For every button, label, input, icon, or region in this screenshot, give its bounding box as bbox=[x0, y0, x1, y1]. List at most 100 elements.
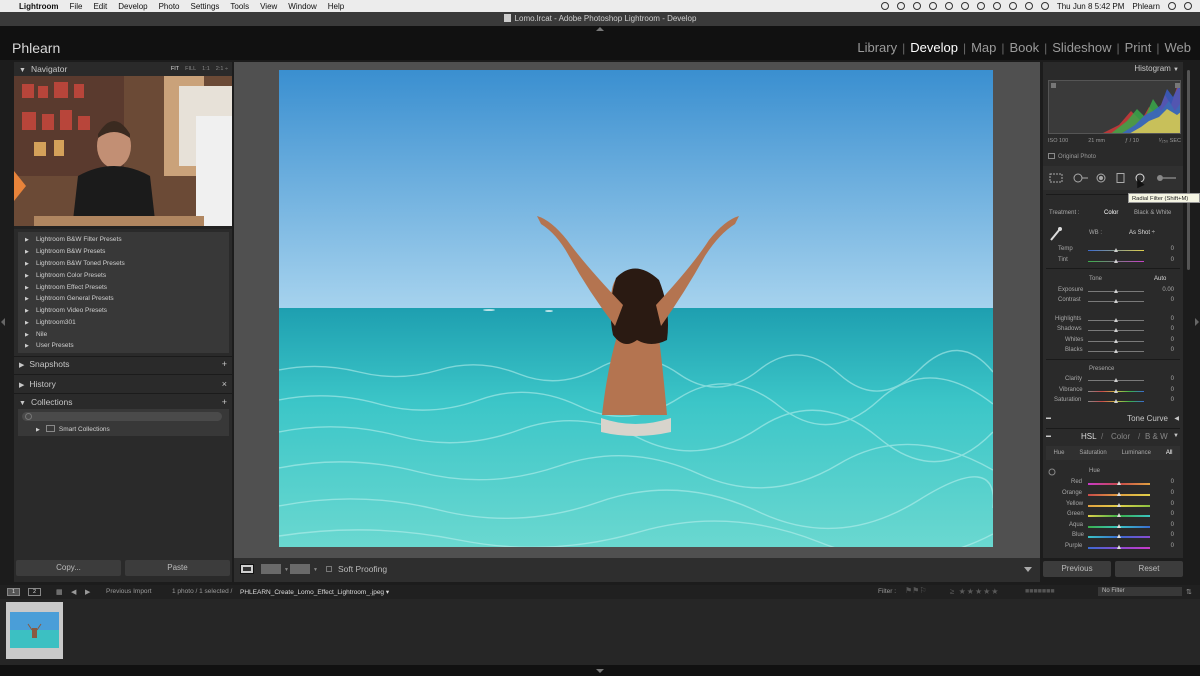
treatment-bw-option[interactable]: Black & White bbox=[1134, 210, 1171, 216]
rating-filter-stars[interactable]: ≥ ★★★★★ bbox=[950, 587, 999, 596]
paste-button[interactable]: Paste bbox=[125, 560, 230, 576]
color-tab[interactable]: Color bbox=[1111, 432, 1130, 441]
filter-preset-dropdown[interactable]: No Filter bbox=[1098, 587, 1182, 596]
hsl-tab[interactable]: HSL bbox=[1081, 432, 1097, 441]
slider-knob[interactable] bbox=[1117, 524, 1121, 528]
preset-folder[interactable]: ▶ Lightroom B&W Presets bbox=[25, 248, 105, 255]
histogram[interactable] bbox=[1048, 80, 1181, 134]
exposure-value[interactable]: 0.00 bbox=[1162, 287, 1174, 293]
before-after-icon[interactable] bbox=[261, 564, 281, 574]
whites-value[interactable]: 0 bbox=[1171, 337, 1174, 343]
preset-folder[interactable]: ▶ Lightroom Video Presets bbox=[25, 307, 107, 314]
hsl-all-tab[interactable]: All bbox=[1166, 450, 1173, 456]
slider-knob[interactable] bbox=[1114, 289, 1118, 293]
hue-green-slider[interactable] bbox=[1088, 513, 1150, 517]
before-after-swap-icon[interactable] bbox=[290, 564, 310, 574]
notification-center-icon[interactable] bbox=[1184, 2, 1192, 10]
sync-icon[interactable] bbox=[944, 2, 953, 10]
vibrance-value[interactable]: 0 bbox=[1171, 387, 1174, 393]
slider-knob[interactable] bbox=[1114, 328, 1118, 332]
module-print[interactable]: Print bbox=[1120, 40, 1157, 55]
status-icon[interactable] bbox=[880, 2, 889, 10]
auto-tone-button[interactable]: Auto bbox=[1154, 276, 1166, 282]
zoom-2-1[interactable]: 2:1 ÷ bbox=[216, 62, 228, 76]
hue-red-slider[interactable] bbox=[1088, 481, 1150, 485]
menu-develop[interactable]: Develop bbox=[118, 2, 147, 11]
menu-view[interactable]: View bbox=[260, 2, 277, 11]
slider-knob[interactable] bbox=[1117, 545, 1121, 549]
targeted-adjustment-icon[interactable] bbox=[1048, 468, 1056, 476]
clarity-slider[interactable] bbox=[1088, 378, 1144, 382]
chevron-down-icon[interactable]: ▼ bbox=[284, 567, 289, 573]
shadows-value[interactable]: 0 bbox=[1171, 326, 1174, 332]
spotlight-icon[interactable] bbox=[1168, 2, 1176, 10]
filmstrip-thumbnail[interactable] bbox=[6, 602, 63, 659]
treatment-color-option[interactable]: Color bbox=[1104, 210, 1118, 216]
slider-knob[interactable] bbox=[1114, 389, 1118, 393]
hue-purple-value[interactable]: 0 bbox=[1171, 543, 1174, 549]
switch-icon[interactable]: ▬ bbox=[1046, 415, 1051, 421]
tone-curve-header[interactable]: ▬ Tone Curve ◀ bbox=[1043, 412, 1183, 426]
right-panel-scrollbar[interactable] bbox=[1187, 70, 1190, 270]
zoom-1-1[interactable]: 1:1 bbox=[202, 62, 210, 76]
status-icon[interactable] bbox=[896, 2, 905, 10]
history-header[interactable]: ▶ History × bbox=[14, 377, 232, 391]
hue-aqua-value[interactable]: 0 bbox=[1171, 522, 1174, 528]
left-panel-toggle-icon[interactable] bbox=[1, 318, 5, 326]
slider-knob[interactable] bbox=[1114, 339, 1118, 343]
blacks-slider[interactable] bbox=[1088, 349, 1144, 353]
slider-knob[interactable] bbox=[1114, 299, 1118, 303]
battery-icon[interactable] bbox=[1040, 2, 1049, 10]
previous-button[interactable]: Previous bbox=[1043, 561, 1111, 577]
menu-tools[interactable]: Tools bbox=[230, 2, 249, 11]
preset-folder[interactable]: ▶ Lightroom Color Presets bbox=[25, 272, 106, 279]
hsl-saturation-tab[interactable]: Saturation bbox=[1079, 450, 1106, 456]
hue-yellow-slider[interactable] bbox=[1088, 503, 1150, 507]
preset-folder[interactable]: ▶ Lightroom B&W Filter Presets bbox=[25, 236, 122, 243]
snapshots-header[interactable]: ▶ Snapshots + bbox=[14, 357, 232, 371]
grid-view-icon[interactable]: ▦ bbox=[56, 588, 63, 596]
original-photo-toggle[interactable]: Original Photo bbox=[1048, 153, 1096, 160]
slider-knob[interactable] bbox=[1117, 503, 1121, 507]
vibrance-slider[interactable] bbox=[1088, 389, 1144, 393]
hue-orange-value[interactable]: 0 bbox=[1171, 490, 1174, 496]
saturation-slider[interactable] bbox=[1088, 399, 1144, 403]
copy-button[interactable]: Copy... bbox=[16, 560, 121, 576]
menu-user[interactable]: Phlearn bbox=[1132, 2, 1160, 11]
temp-slider[interactable] bbox=[1088, 248, 1144, 252]
hue-yellow-value[interactable]: 0 bbox=[1171, 501, 1174, 507]
switch-icon[interactable]: ▬ bbox=[1046, 433, 1051, 439]
module-web[interactable]: Web bbox=[1160, 40, 1197, 55]
slider-knob[interactable] bbox=[1117, 534, 1121, 538]
chevron-down-icon[interactable]: ▼ bbox=[313, 567, 318, 573]
smart-collections-item[interactable]: ▶ Smart Collections bbox=[36, 425, 110, 433]
airplay-icon[interactable] bbox=[1008, 2, 1017, 10]
slider-knob[interactable] bbox=[1117, 481, 1121, 485]
highlights-slider[interactable] bbox=[1088, 318, 1144, 322]
hue-blue-value[interactable]: 0 bbox=[1171, 532, 1174, 538]
add-collection-icon[interactable]: + bbox=[222, 395, 227, 409]
loupe-view-icon[interactable] bbox=[240, 564, 254, 574]
exposure-slider[interactable] bbox=[1088, 289, 1144, 293]
bluetooth-icon[interactable] bbox=[976, 2, 985, 10]
hue-orange-slider[interactable] bbox=[1088, 492, 1150, 496]
main-photo[interactable] bbox=[279, 70, 993, 547]
hsl-luminance-tab[interactable]: Luminance bbox=[1122, 450, 1151, 456]
adjustment-brush-icon[interactable] bbox=[1156, 173, 1178, 183]
collections-header[interactable]: ▼ Collections + bbox=[14, 395, 232, 409]
wifi-icon[interactable] bbox=[992, 2, 1001, 10]
slider-knob[interactable] bbox=[1114, 259, 1118, 263]
menu-app-name[interactable]: Lightroom bbox=[19, 2, 59, 11]
hue-blue-slider[interactable] bbox=[1088, 534, 1150, 538]
forward-arrow-icon[interactable]: ▶ bbox=[85, 588, 90, 596]
add-snapshot-icon[interactable]: + bbox=[222, 357, 227, 371]
preset-folder[interactable]: ▶ Lightroom Effect Presets bbox=[25, 284, 107, 291]
volume-icon[interactable] bbox=[1024, 2, 1033, 10]
main-window-button[interactable]: 1 bbox=[7, 588, 20, 596]
whites-slider[interactable] bbox=[1088, 339, 1144, 343]
tint-value[interactable]: 0 bbox=[1171, 257, 1174, 263]
hue-aqua-slider[interactable] bbox=[1088, 524, 1150, 528]
slider-knob[interactable] bbox=[1117, 513, 1121, 517]
navigator-preview[interactable] bbox=[14, 76, 232, 229]
menu-clock[interactable]: Thu Jun 8 5:42 PM bbox=[1057, 2, 1125, 11]
